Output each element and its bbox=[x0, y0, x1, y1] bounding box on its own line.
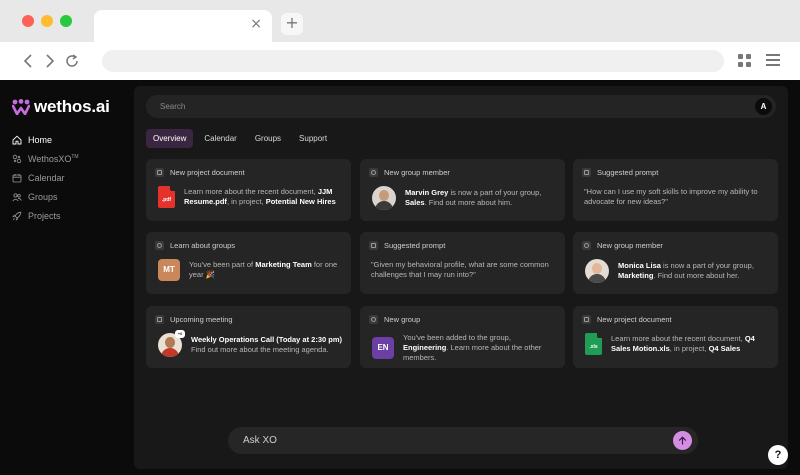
card-title: New group member bbox=[597, 241, 663, 250]
tab-support[interactable]: Support bbox=[292, 129, 334, 148]
tab-groups[interactable]: Groups bbox=[248, 129, 288, 148]
card-text: Monica Lisa is now a part of your group,… bbox=[618, 261, 754, 280]
ask-xo-input[interactable]: Ask XO bbox=[228, 427, 698, 454]
feed-card[interactable]: Suggested prompt "How can I use my soft … bbox=[573, 159, 778, 221]
avatar-monica bbox=[585, 259, 609, 283]
forward-arrow-icon[interactable] bbox=[42, 52, 58, 70]
card-text: Learn more about the recent document, JJ… bbox=[184, 187, 336, 206]
tab-calendar[interactable]: Calendar bbox=[197, 129, 243, 148]
browser-chrome: × + bbox=[0, 0, 800, 80]
sidebar-item-label: Projects bbox=[28, 210, 61, 221]
card-title: New group bbox=[384, 315, 421, 324]
feed-card[interactable]: Learn about groups MT You've been part o… bbox=[146, 232, 351, 294]
chat-icon bbox=[369, 241, 378, 250]
help-button[interactable]: ? bbox=[768, 445, 788, 465]
card-text: Marvin Grey is now a part of your group,… bbox=[405, 188, 542, 207]
card-title: Learn about groups bbox=[170, 241, 236, 250]
person-icon bbox=[369, 168, 378, 177]
sidebar-item-projects[interactable]: Projects bbox=[12, 206, 122, 225]
apps-grid-icon[interactable] bbox=[738, 54, 752, 68]
tab-close-icon[interactable]: × bbox=[250, 16, 262, 32]
brand-name: wethos.ai bbox=[34, 97, 110, 116]
search-placeholder: Search bbox=[160, 102, 186, 111]
reload-icon[interactable] bbox=[64, 52, 80, 70]
window-minimize-button[interactable] bbox=[41, 15, 53, 27]
group-mt-thumb: MT bbox=[158, 259, 180, 281]
trademark-sup: TM bbox=[71, 153, 79, 160]
ask-xo-placeholder: Ask XO bbox=[243, 435, 277, 446]
feed-card[interactable]: Suggested prompt "Given my behavioral pr… bbox=[360, 232, 565, 294]
meeting-avatar-group: +6 bbox=[158, 330, 185, 357]
window-maximize-button[interactable] bbox=[60, 15, 72, 27]
feed-card[interactable]: Upcoming meeting +6 Weekly Operations Ca… bbox=[146, 306, 351, 368]
main-panel: Search A Overview Calendar Groups Suppor… bbox=[134, 86, 788, 469]
rocket-icon bbox=[12, 211, 22, 221]
sidebar-item-label: WethosXOTM bbox=[28, 153, 79, 164]
card-title: New project document bbox=[597, 315, 672, 324]
feed-card[interactable]: New group member Monica Lisa is now a pa… bbox=[573, 232, 778, 294]
sidebar: Home WethosXOTM Calendar Groups Projects bbox=[12, 130, 122, 225]
card-title: Suggested prompt bbox=[384, 241, 446, 250]
search-input[interactable]: Search A bbox=[146, 95, 776, 118]
sidebar-item-label: Calendar bbox=[28, 172, 65, 183]
groups-icon bbox=[12, 192, 22, 201]
pdf-file-icon: .pdf bbox=[158, 186, 175, 208]
card-title: New group member bbox=[384, 168, 450, 177]
xo-icon bbox=[12, 154, 22, 163]
browser-tab[interactable]: × bbox=[94, 10, 272, 42]
prompt-text: "How can I use my soft skills to improve… bbox=[584, 187, 758, 206]
browser-tab-bar: × + bbox=[0, 0, 800, 42]
card-title: Suggested prompt bbox=[597, 168, 659, 177]
tab-overview[interactable]: Overview bbox=[146, 129, 194, 148]
sidebar-item-label: Home bbox=[28, 134, 53, 145]
card-text: You've been part of Marketing Team for o… bbox=[189, 260, 338, 279]
feed-card[interactable]: New project document .pdf Learn more abo… bbox=[146, 159, 351, 221]
feed-card[interactable]: New group EN You've been added to the gr… bbox=[360, 306, 565, 368]
card-text: Learn more about the recent document, Q4… bbox=[611, 334, 755, 353]
sidebar-item-calendar[interactable]: Calendar bbox=[12, 168, 122, 187]
card-title: Upcoming meeting bbox=[170, 315, 233, 324]
card-title: New project document bbox=[170, 168, 245, 177]
address-bar[interactable] bbox=[102, 50, 724, 72]
tab-strip: Overview Calendar Groups Support bbox=[146, 129, 334, 148]
document-icon bbox=[155, 168, 164, 177]
send-button[interactable] bbox=[673, 431, 692, 450]
sidebar-item-label: Groups bbox=[28, 191, 58, 202]
calendar-icon bbox=[155, 315, 164, 324]
sidebar-item-wethosxo[interactable]: WethosXOTM bbox=[12, 149, 122, 168]
browser-nav-bar bbox=[0, 42, 800, 80]
groups-icon bbox=[369, 315, 378, 324]
card-text: Weekly Operations Call (Today at 2:30 pm… bbox=[191, 335, 343, 354]
card-text: You've been added to the group, Engineer… bbox=[403, 333, 542, 362]
calendar-icon bbox=[12, 173, 22, 182]
home-icon bbox=[12, 135, 22, 144]
feed-card[interactable]: New group member Marvin Grey is now a pa… bbox=[360, 159, 565, 221]
person-icon bbox=[155, 241, 164, 250]
chat-icon bbox=[582, 168, 591, 177]
arrow-up-icon bbox=[678, 436, 687, 445]
browser-menu-icon[interactable] bbox=[766, 54, 780, 66]
sidebar-item-home[interactable]: Home bbox=[12, 130, 122, 149]
document-icon bbox=[582, 315, 591, 324]
group-en-thumb: EN bbox=[372, 337, 394, 359]
window-close-button[interactable] bbox=[22, 15, 34, 27]
person-icon bbox=[582, 241, 591, 250]
app-window: wethos.ai Home WethosXOTM Calendar Group… bbox=[0, 80, 800, 475]
user-avatar[interactable]: A bbox=[755, 98, 772, 115]
attendee-count-badge: +6 bbox=[175, 330, 185, 338]
back-arrow-icon[interactable] bbox=[20, 52, 36, 70]
sidebar-item-groups[interactable]: Groups bbox=[12, 187, 122, 206]
xls-file-icon: .xls bbox=[585, 333, 602, 355]
prompt-text: "Given my behavioral profile, what are s… bbox=[371, 260, 549, 279]
brand-logo[interactable]: wethos.ai bbox=[12, 97, 110, 117]
new-tab-button[interactable]: + bbox=[281, 13, 303, 35]
feed-card[interactable]: New project document .xls Learn more abo… bbox=[573, 306, 778, 368]
wethos-logo-icon bbox=[12, 99, 30, 115]
avatar-marvin bbox=[372, 186, 396, 210]
